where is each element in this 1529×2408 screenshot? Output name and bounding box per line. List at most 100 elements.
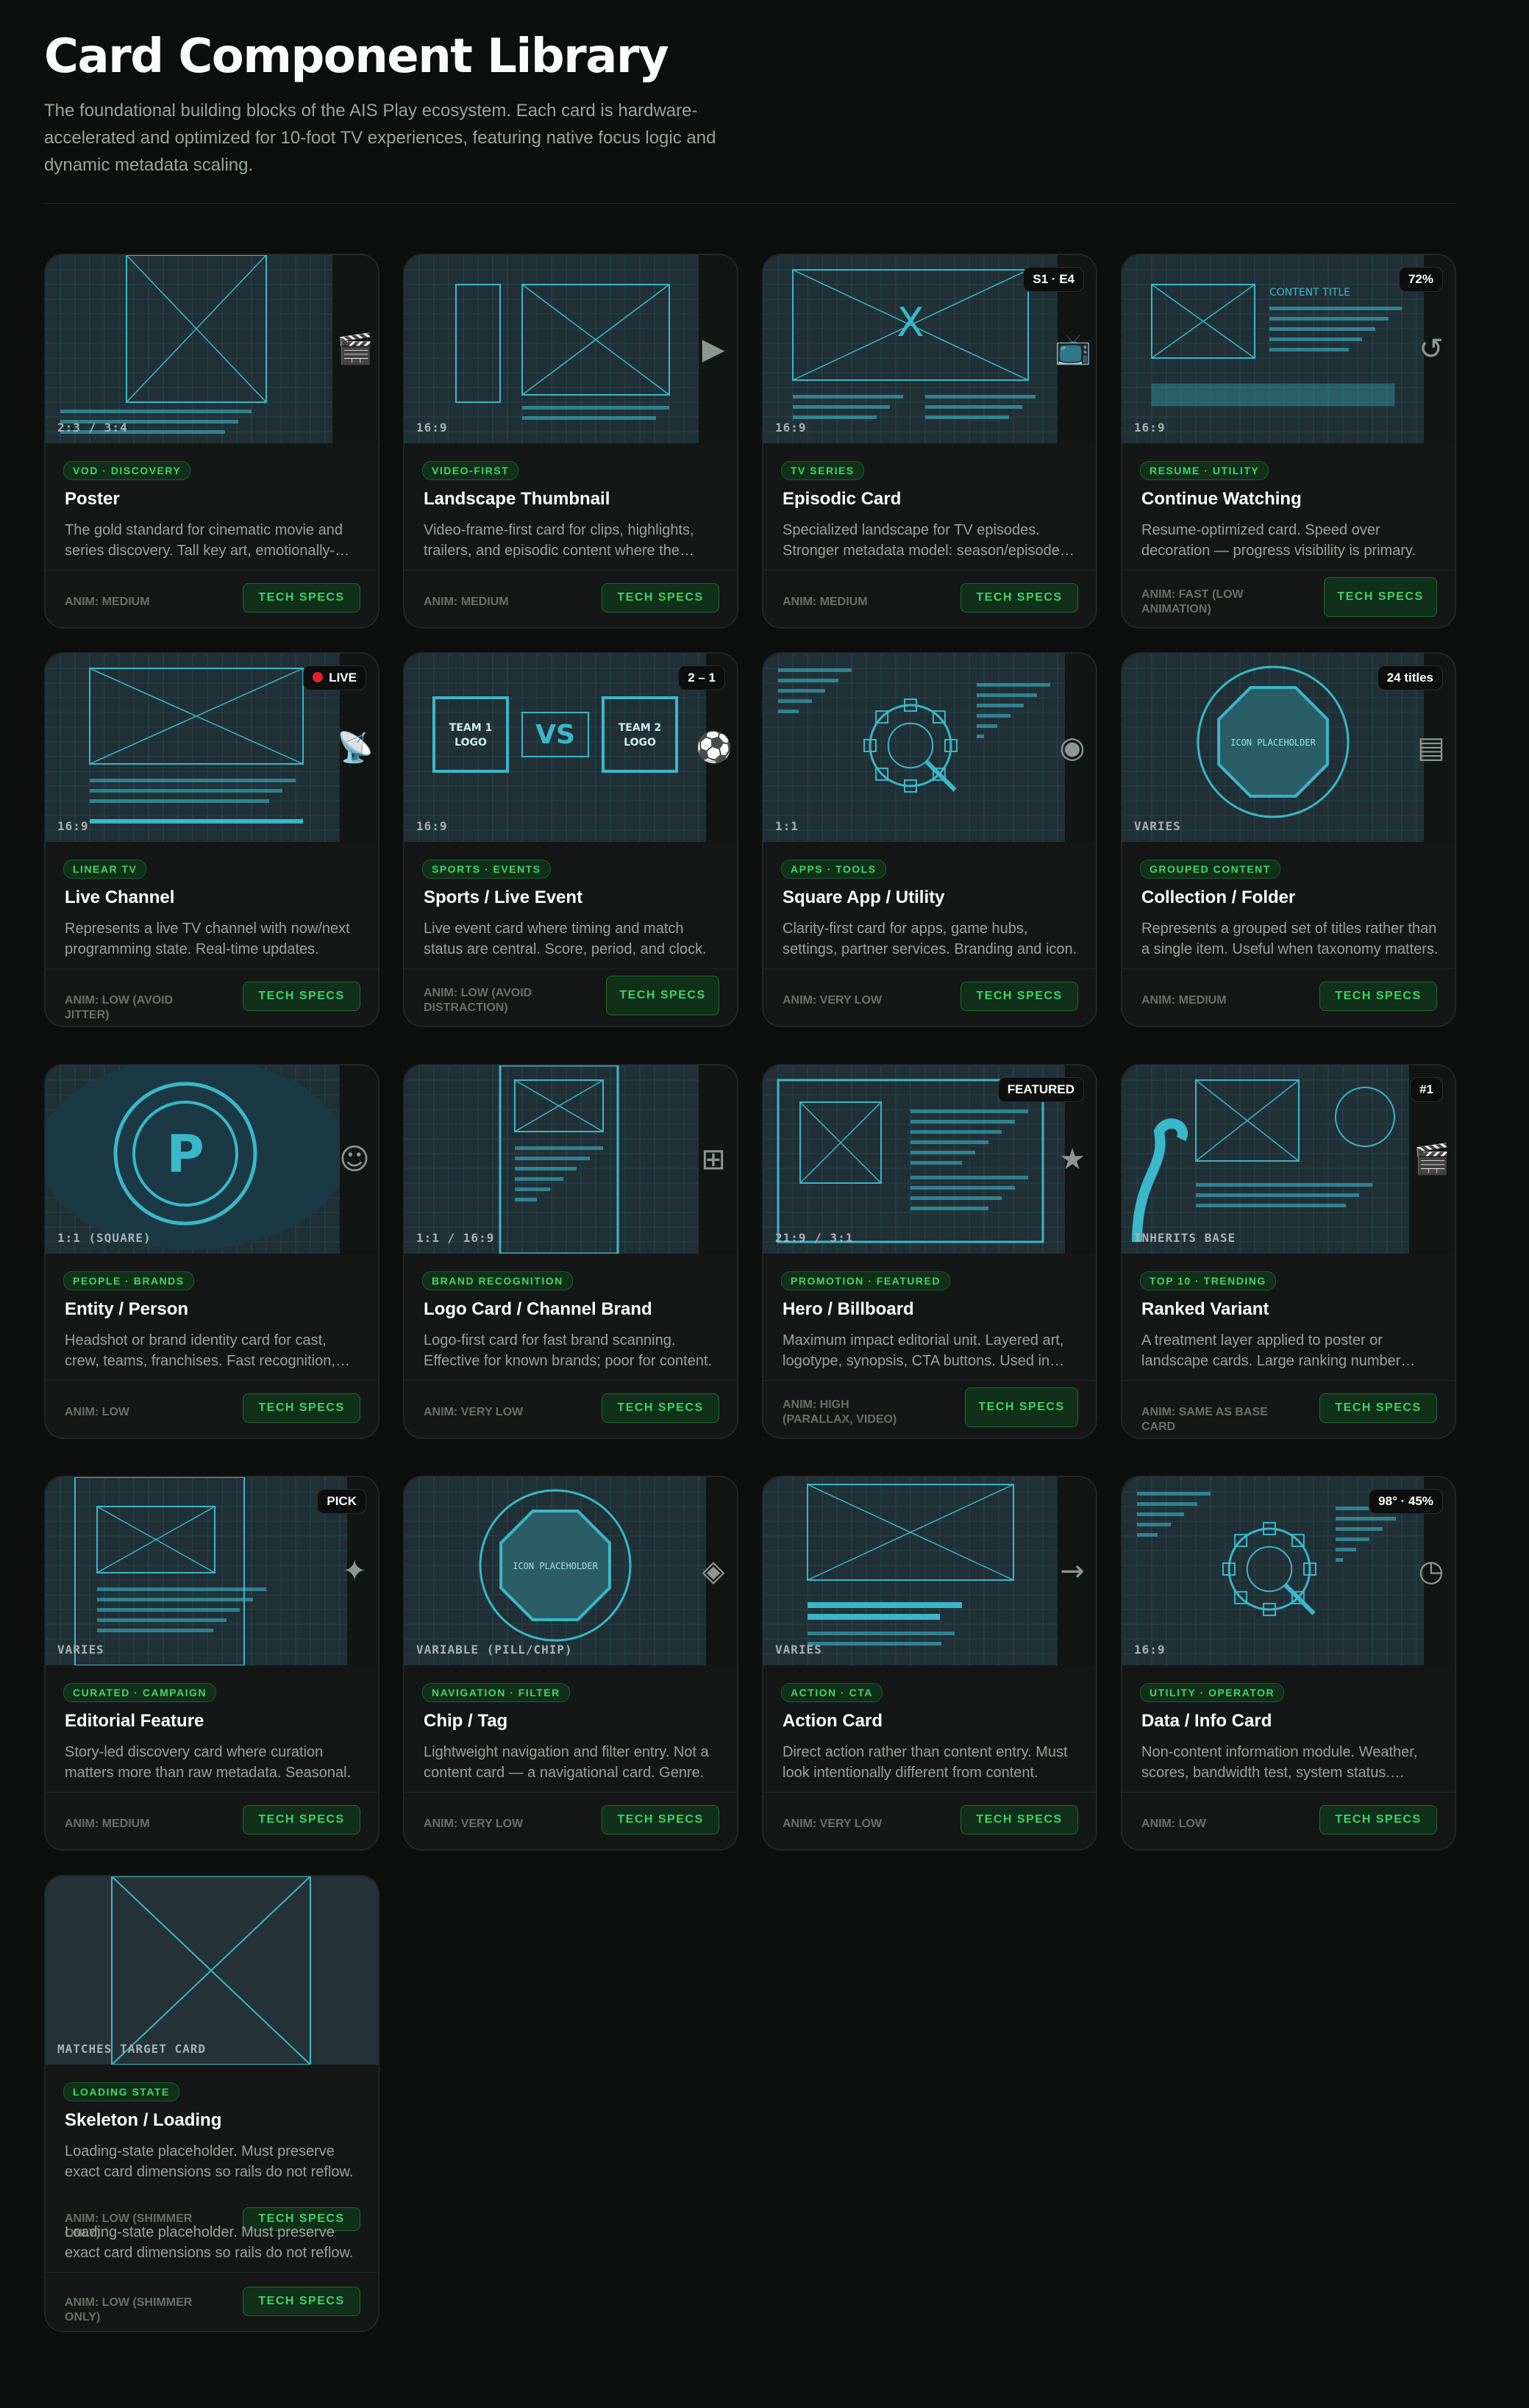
aspect-ratio-label: VARIES bbox=[775, 1643, 822, 1657]
aspect-ratio-label: MATCHES TARGET CARD bbox=[57, 2042, 207, 2056]
aspect-ratio-label: 16:9 bbox=[775, 421, 807, 435]
card-description: Loading-state placeholder. Must preserve… bbox=[65, 2222, 362, 2263]
status-badge: 72% bbox=[1398, 267, 1443, 292]
sparkle-icon: ✦ bbox=[342, 1554, 367, 1588]
replay-icon: ↺ bbox=[1419, 332, 1444, 366]
category-tag: GROUPED CONTENT bbox=[1140, 860, 1280, 879]
tech-specs-button[interactable]: TECH SPECS bbox=[1324, 577, 1437, 617]
card-title: Action Card bbox=[783, 1711, 883, 1731]
animation-level: ANIM: VERY LOW bbox=[424, 1818, 524, 1830]
animation-level: ANIM: HIGH (PARALLAX, VIDEO) bbox=[783, 1398, 897, 1426]
card-title: Continue Watching bbox=[1141, 489, 1302, 509]
aspect-ratio-label: 1:1 bbox=[775, 819, 799, 833]
card-thumbnail: TEAM 1 LOGO TEAM 2 LOGO VS 16:9 2 – 1 ⚽ bbox=[404, 654, 737, 842]
card-episodic-card[interactable]: X 16:9 S1 · E4 📺 TV SERIES Episodic Card S… bbox=[762, 254, 1097, 629]
blueprint-art bbox=[404, 1065, 699, 1254]
card-thumbnail: P 1:1 (SQUARE) ☺ bbox=[46, 1065, 378, 1254]
card-title: Sports / Live Event bbox=[424, 887, 583, 907]
tech-specs-button[interactable]: TECH SPECS bbox=[243, 1805, 360, 1834]
card-thumbnail: 1:1 ◉ bbox=[763, 654, 1096, 842]
card-entity-person[interactable]: P 1:1 (SQUARE) ☺ PEOPLE · BRANDS Entity /… bbox=[44, 1064, 379, 1439]
tech-specs-button[interactable]: TECH SPECS bbox=[243, 583, 360, 612]
card-landscape-thumbnail[interactable]: 16:9 ▶ VIDEO-FIRST Landscape Thumbnail Vi… bbox=[403, 254, 738, 629]
card-title: Entity / Person bbox=[65, 1299, 189, 1319]
arrow-right-icon: → bbox=[1060, 1554, 1085, 1588]
card-title: Live Channel bbox=[65, 887, 175, 907]
category-tag: SPORTS · EVENTS bbox=[422, 860, 551, 879]
card-live-channel[interactable]: 16:9 LIVE 📡 LINEAR TV Live Channel Represe… bbox=[44, 652, 379, 1027]
animation-level: ANIM: FAST (LOW ANIMATION) bbox=[1141, 588, 1244, 615]
card-thumbnail: 16:9 LIVE 📡 bbox=[46, 654, 378, 842]
svg-text:LOGO: LOGO bbox=[624, 737, 656, 749]
category-tag: VIDEO-FIRST bbox=[422, 461, 519, 480]
blueprint-art: ICON PLACEHOLDER bbox=[404, 1477, 706, 1665]
blueprint-art bbox=[1122, 1065, 1409, 1254]
tech-specs-button[interactable]: TECH SPECS bbox=[960, 982, 1078, 1011]
aspect-ratio-label: 16:9 bbox=[1134, 1643, 1166, 1657]
blueprint-art bbox=[46, 1876, 378, 2065]
tech-specs-button[interactable]: TECH SPECS bbox=[1319, 1393, 1437, 1423]
card-editorial-feature[interactable]: VARIES PICK ✦ CURATED · CAMPAIGN Editorial… bbox=[44, 1476, 379, 1851]
tech-specs-button[interactable]: TECH SPECS bbox=[602, 1393, 719, 1423]
badge-label: 72% bbox=[1408, 272, 1433, 286]
card-thumbnail: INHERITS BASE #1 🎬 bbox=[1122, 1065, 1455, 1254]
card-footer-divider bbox=[46, 1792, 378, 1793]
card-title: Logo Card / Channel Brand bbox=[424, 1299, 652, 1319]
tech-specs-button[interactable]: TECH SPECS bbox=[243, 2287, 360, 2316]
card-title: Editorial Feature bbox=[65, 1711, 204, 1731]
card-data-info-card[interactable]: 16:9 98° · 45% ◷ UTILITY · OPERATOR Data /… bbox=[1121, 1476, 1456, 1851]
clock-icon: ◷ bbox=[1418, 1554, 1444, 1588]
card-footer-divider bbox=[763, 1792, 1096, 1793]
card-footer-divider bbox=[404, 1792, 737, 1793]
card-continue-watching[interactable]: CONTENT TITLE 16:9 72% ↺ RESUME · UTILITY … bbox=[1121, 254, 1456, 629]
card-sports-live-event[interactable]: TEAM 1 LOGO TEAM 2 LOGO VS 16:9 2 – 1 ⚽ SPORTS… bbox=[403, 652, 738, 1027]
tech-specs-button[interactable]: TECH SPECS bbox=[243, 1393, 360, 1423]
description-text: Logo-first card for fast brand scanning.… bbox=[424, 1332, 713, 1369]
card-description: Represents a live TV channel with now/ne… bbox=[65, 918, 362, 960]
card-footer-divider bbox=[404, 968, 737, 969]
card-collection-folder[interactable]: ICON PLACEHOLDER VARIES 24 titles ▤ GROUPE… bbox=[1121, 652, 1456, 1027]
card-thumbnail: ICON PLACEHOLDER VARIABLE (PILL/CHIP) ◈ bbox=[404, 1477, 737, 1665]
category-tag: CURATED · CAMPAIGN bbox=[63, 1683, 217, 1702]
card-hero-billboard[interactable]: 21:9 / 3:1 FEATURED ★ PROMOTION · FEATURED… bbox=[762, 1064, 1097, 1439]
description-text: Loading-state placeholder. Must preserve… bbox=[65, 2143, 354, 2180]
svg-text:ICON PLACEHOLDER: ICON PLACEHOLDER bbox=[513, 1561, 598, 1571]
tech-specs-button[interactable]: TECH SPECS bbox=[960, 1805, 1078, 1834]
tech-specs-button[interactable]: TECH SPECS bbox=[602, 1805, 719, 1834]
card-thumbnail: ICON PLACEHOLDER VARIES 24 titles ▤ bbox=[1122, 654, 1455, 842]
card-action-card[interactable]: VARIES → ACTION · CTA Action Card Direct … bbox=[762, 1476, 1097, 1851]
aspect-ratio-label: VARIES bbox=[1134, 819, 1181, 833]
category-tag: NAVIGATION · FILTER bbox=[422, 1683, 570, 1702]
card-description: Story-led discovery card where curation … bbox=[65, 1742, 362, 1783]
card-thumbnail: VARIES PICK ✦ bbox=[46, 1477, 378, 1665]
description-text: The gold standard for cinematic movie an… bbox=[65, 522, 343, 559]
tech-specs-button[interactable]: TECH SPECS bbox=[243, 982, 360, 1011]
card-logo-card-channel-brand[interactable]: 1:1 / 16:9 ⊞ BRAND RECOGNITION Logo Card … bbox=[403, 1064, 738, 1439]
card-thumbnail: 16:9 ▶ bbox=[404, 255, 737, 443]
card-ranked-variant[interactable]: INHERITS BASE #1 🎬 TOP 10 · TRENDING Ranke… bbox=[1121, 1064, 1456, 1439]
card-footer-divider bbox=[1122, 968, 1455, 969]
description-text: Headshot or brand identity card for cast… bbox=[65, 1332, 335, 1369]
card-title: Episodic Card bbox=[783, 489, 902, 509]
tech-specs-button[interactable]: TECH SPECS bbox=[602, 583, 719, 612]
card-description: Loading-state placeholder. Must preserve… bbox=[65, 2141, 362, 2182]
tech-specs-button[interactable]: TECH SPECS bbox=[1319, 982, 1437, 1011]
description-text: Video-frame-first card for clips, highli… bbox=[424, 522, 694, 559]
card-skeleton-loading[interactable]: MATCHES TARGET CARD LOADING STATE Skelet… bbox=[44, 1875, 379, 2332]
status-badge: #1 bbox=[1410, 1077, 1443, 1102]
card-poster[interactable]: 2:3 / 3:4 🎬 VOD · DISCOVERY Poster The go… bbox=[44, 254, 379, 629]
tech-specs-button[interactable]: TECH SPECS bbox=[606, 976, 719, 1015]
tech-specs-button[interactable]: TECH SPECS bbox=[1319, 1805, 1437, 1834]
card-description: Represents a grouped set of titles rathe… bbox=[1141, 918, 1439, 960]
description-text: Represents a live TV channel with now/ne… bbox=[65, 921, 350, 957]
card-title: Data / Info Card bbox=[1141, 1711, 1272, 1731]
card-square-app-utility[interactable]: 1:1 ◉ APPS · TOOLS Square App / Utility C… bbox=[762, 652, 1097, 1027]
badge-label: FEATURED bbox=[1007, 1082, 1074, 1096]
play-icon: ▶ bbox=[702, 332, 725, 366]
svg-text:ICON PLACEHOLDER: ICON PLACEHOLDER bbox=[1230, 737, 1316, 748]
status-badge: 24 titles bbox=[1377, 665, 1443, 690]
card-footer-divider bbox=[763, 1380, 1096, 1381]
tech-specs-button[interactable]: TECH SPECS bbox=[960, 583, 1078, 612]
tech-specs-button[interactable]: TECH SPECS bbox=[965, 1387, 1078, 1427]
card-chip-tag[interactable]: ICON PLACEHOLDER VARIABLE (PILL/CHIP) ◈ N… bbox=[403, 1476, 738, 1851]
